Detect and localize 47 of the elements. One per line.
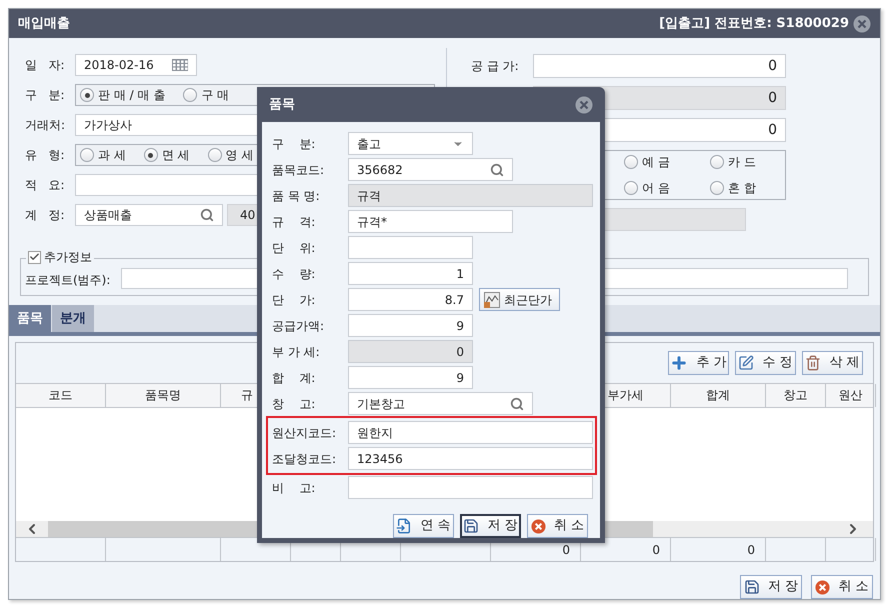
radio-label: 영 세	[226, 147, 254, 164]
field-label: 계 정:	[25, 207, 66, 224]
column-header: 규	[241, 387, 253, 404]
readonly-field: 0	[348, 340, 473, 363]
column-header: 코드	[48, 387, 72, 404]
field-label: 창 고:	[272, 396, 316, 412]
field-label: 공 급 가:	[471, 58, 520, 76]
radio-label: 면 세	[162, 147, 190, 164]
field-label: 원산지코드:	[272, 424, 338, 442]
field-label: 일 자:	[25, 57, 66, 74]
radio-label: 구 매	[201, 87, 230, 104]
dialog-title: 품목	[269, 96, 295, 114]
column-header: 창고	[784, 387, 808, 404]
field-label: 공급가액:	[272, 318, 326, 334]
readonly-field: 규격	[348, 184, 593, 207]
field-label: 단 위:	[272, 240, 316, 256]
field-label: 수 량:	[272, 266, 316, 282]
column-header: 품목명	[145, 387, 181, 404]
field-label: 구 분:	[25, 87, 66, 104]
field-label: 규 격:	[272, 214, 316, 230]
radio-label: 예 금	[642, 154, 670, 172]
field-label: 조달청코드:	[272, 450, 338, 468]
radio-label: 판 매 / 매 출	[98, 87, 166, 104]
radio-label: 과 세	[98, 147, 126, 164]
field-label: 품목코드:	[272, 162, 326, 178]
field-label: 구 분:	[272, 136, 316, 152]
field-label: 프로젝트(범주):	[25, 272, 112, 289]
column-header: 부가세	[608, 387, 644, 404]
total-cell-text: 0	[652, 542, 660, 559]
radio-label: 카 드	[728, 154, 756, 172]
total-cell-text: 0	[747, 542, 755, 559]
total-cell-text: 0	[562, 542, 570, 559]
checkbox-label: 추가정보	[44, 249, 92, 266]
field-label: 거래처:	[25, 117, 66, 134]
field-label: 합 계:	[272, 370, 316, 386]
radio-label: 혼 합	[728, 180, 756, 198]
field-label: 부 가 세:	[272, 344, 321, 360]
radio-label: 어 음	[642, 180, 670, 198]
column-header: 원산	[838, 387, 862, 404]
document-number: [입출고] 전표번호: S1800029	[659, 14, 849, 33]
field-label: 단 가:	[272, 292, 316, 308]
field-label: 유 형:	[25, 147, 66, 164]
field-label: 적 요:	[25, 177, 66, 194]
column-header: 합계	[706, 387, 730, 404]
field-label: 비 고:	[272, 480, 316, 496]
field-label: 품 목 명:	[272, 188, 321, 204]
window-title: 매입매출	[18, 14, 70, 33]
